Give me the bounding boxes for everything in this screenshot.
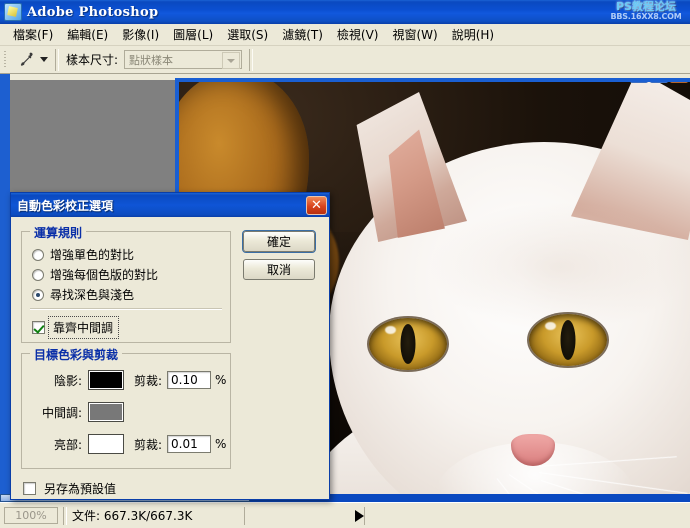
highlights-clip-unit: % xyxy=(215,437,226,451)
snap-neutral-midtones-checkbox[interactable] xyxy=(32,321,45,334)
radio-row-per-channel[interactable]: 增強每個色版的對比 xyxy=(32,266,158,283)
shadows-clip-label: 剪裁: xyxy=(134,372,162,389)
tool-options-bar: 樣本尺寸: 點狀樣本 xyxy=(0,46,690,74)
radio-per-channel-icon[interactable] xyxy=(32,269,44,281)
target-colors-group-legend: 目標色彩與剪裁 xyxy=(30,346,122,363)
radio-row-find-dark-light[interactable]: 尋找深色與淺色 xyxy=(32,286,134,303)
cat-forehead-shading xyxy=(429,202,689,332)
eyedropper-tool-button[interactable] xyxy=(13,49,39,71)
algorithms-separator xyxy=(30,308,222,310)
eyedropper-icon xyxy=(17,51,35,69)
sample-size-select[interactable]: 點狀樣本 xyxy=(124,50,242,69)
forum-watermark: PS教程论坛 BBS.16XX8.COM xyxy=(604,0,688,22)
photoshop-icon xyxy=(4,3,22,21)
highlights-clip-input[interactable]: 0.01 xyxy=(167,435,211,453)
midtones-label: 中間調: xyxy=(32,404,82,421)
highlights-color-swatch[interactable] xyxy=(88,434,124,454)
status-bar-tail xyxy=(364,507,690,525)
menu-item-layer[interactable]: 圖層(L) xyxy=(166,24,220,45)
shadows-color-swatch[interactable] xyxy=(88,370,124,390)
menu-item-window[interactable]: 視窗(W) xyxy=(385,24,444,45)
algorithms-group: 運算規則 增強單色的對比 增強每個色版的對比 尋找深色與淺色 靠齊中間調 xyxy=(21,231,231,343)
shadows-row: 陰影: 剪裁: 0.10 % xyxy=(32,370,226,390)
save-as-defaults-checkbox[interactable] xyxy=(23,482,36,495)
radio-row-monochromatic[interactable]: 增強單色的對比 xyxy=(32,246,134,263)
snap-neutral-midtones-label: 靠齊中間調 xyxy=(50,318,116,337)
radio-label-per-channel: 增強每個色版的對比 xyxy=(50,266,158,283)
ok-button[interactable]: 確定 xyxy=(243,231,315,252)
menu-item-filter[interactable]: 濾鏡(T) xyxy=(275,24,330,45)
status-more-wrap[interactable] xyxy=(244,507,364,525)
dialog-body: 運算規則 增強單色的對比 增強每個色版的對比 尋找深色與淺色 靠齊中間調 xyxy=(11,217,329,501)
menu-item-image[interactable]: 影像(I) xyxy=(115,24,166,45)
radio-find-dark-light-icon[interactable] xyxy=(32,289,44,301)
sample-size-value: 點狀樣本 xyxy=(125,52,173,68)
save-as-defaults-row[interactable]: 另存為預設值 xyxy=(23,479,119,498)
zoom-level-field[interactable]: 100% xyxy=(4,507,58,524)
shadows-label: 陰影: xyxy=(32,372,82,389)
dialog-title-bar: 自動色彩校正選項 ✕ xyxy=(11,193,329,217)
menu-bar: 檔案(F) 編輯(E) 影像(I) 圖層(L) 選取(S) 濾鏡(T) 檢視(V… xyxy=(0,24,690,46)
watermark-line-2: BBS.16XX8.COM xyxy=(604,13,688,21)
menu-item-help[interactable]: 說明(H) xyxy=(445,24,501,45)
cat-left-eye-glint xyxy=(385,326,396,334)
maximize-button[interactable] xyxy=(650,78,668,83)
snap-neutral-midtones-row[interactable]: 靠齊中間調 xyxy=(32,318,116,337)
dialog-title: 自動色彩校正選項 xyxy=(17,197,113,214)
highlights-label: 亮部: xyxy=(32,436,82,453)
cat-left-pupil xyxy=(401,324,416,364)
save-as-defaults-label: 另存為預設值 xyxy=(41,479,119,498)
shadows-clip-unit: % xyxy=(215,373,226,387)
more-arrow-icon[interactable] xyxy=(355,510,364,522)
cat-right-eye-glint xyxy=(545,322,556,330)
cancel-button[interactable]: 取消 xyxy=(243,259,315,280)
workspace-left-edge xyxy=(0,74,10,502)
radio-label-monochromatic: 增強單色的對比 xyxy=(50,246,134,263)
cat-right-eye xyxy=(529,314,607,366)
document-size-text: 文件: 667.3K/667.3K xyxy=(72,507,192,524)
algorithms-group-legend: 運算規則 xyxy=(30,224,86,241)
midtones-color-swatch[interactable] xyxy=(88,402,124,422)
app-title-bar: Adobe Photoshop PS教程论坛 BBS.16XX8.COM xyxy=(0,0,690,24)
watermark-line-1: PS教程论坛 xyxy=(604,1,688,12)
status-bar: 100% 文件: 667.3K/667.3K xyxy=(0,502,690,528)
menu-item-view[interactable]: 檢視(V) xyxy=(330,24,386,45)
sample-size-label: 樣本尺寸: xyxy=(66,51,118,68)
photoshop-window: Adobe Photoshop PS教程论坛 BBS.16XX8.COM 檔案(… xyxy=(0,0,690,528)
midtones-row: 中間調: xyxy=(32,402,124,422)
focus-ring xyxy=(48,316,119,339)
close-icon[interactable]: ✕ xyxy=(306,196,327,215)
status-divider xyxy=(63,507,67,525)
target-colors-group: 目標色彩與剪裁 陰影: 剪裁: 0.10 % 中間調: 亮部: 剪裁: 0.0 xyxy=(21,353,231,469)
menu-item-select[interactable]: 選取(S) xyxy=(220,24,275,45)
options-bar-grip[interactable] xyxy=(2,49,10,71)
document-window-controls[interactable] xyxy=(630,78,688,83)
cat-left-eye xyxy=(369,318,447,370)
radio-monochromatic-icon[interactable] xyxy=(32,249,44,261)
close-button[interactable] xyxy=(670,78,688,83)
options-divider-2 xyxy=(249,49,253,71)
chevron-down-icon[interactable] xyxy=(222,52,240,69)
tool-preset-chevron-down-icon[interactable] xyxy=(40,57,48,62)
menu-item-edit[interactable]: 編輯(E) xyxy=(60,24,115,45)
cat-right-pupil xyxy=(561,320,576,360)
auto-color-correction-options-dialog: 自動色彩校正選項 ✕ 運算規則 增強單色的對比 增強每個色版的對比 尋找深色與淺… xyxy=(10,192,330,500)
highlights-clip-label: 剪裁: xyxy=(134,436,162,453)
shadows-clip-input[interactable]: 0.10 xyxy=(167,371,211,389)
app-title: Adobe Photoshop xyxy=(27,5,158,20)
options-divider xyxy=(55,49,59,71)
radio-label-find-dark-light: 尋找深色與淺色 xyxy=(50,286,134,303)
menu-item-file[interactable]: 檔案(F) xyxy=(6,24,60,45)
minimize-button[interactable] xyxy=(630,78,648,83)
highlights-row: 亮部: 剪裁: 0.01 % xyxy=(32,434,226,454)
